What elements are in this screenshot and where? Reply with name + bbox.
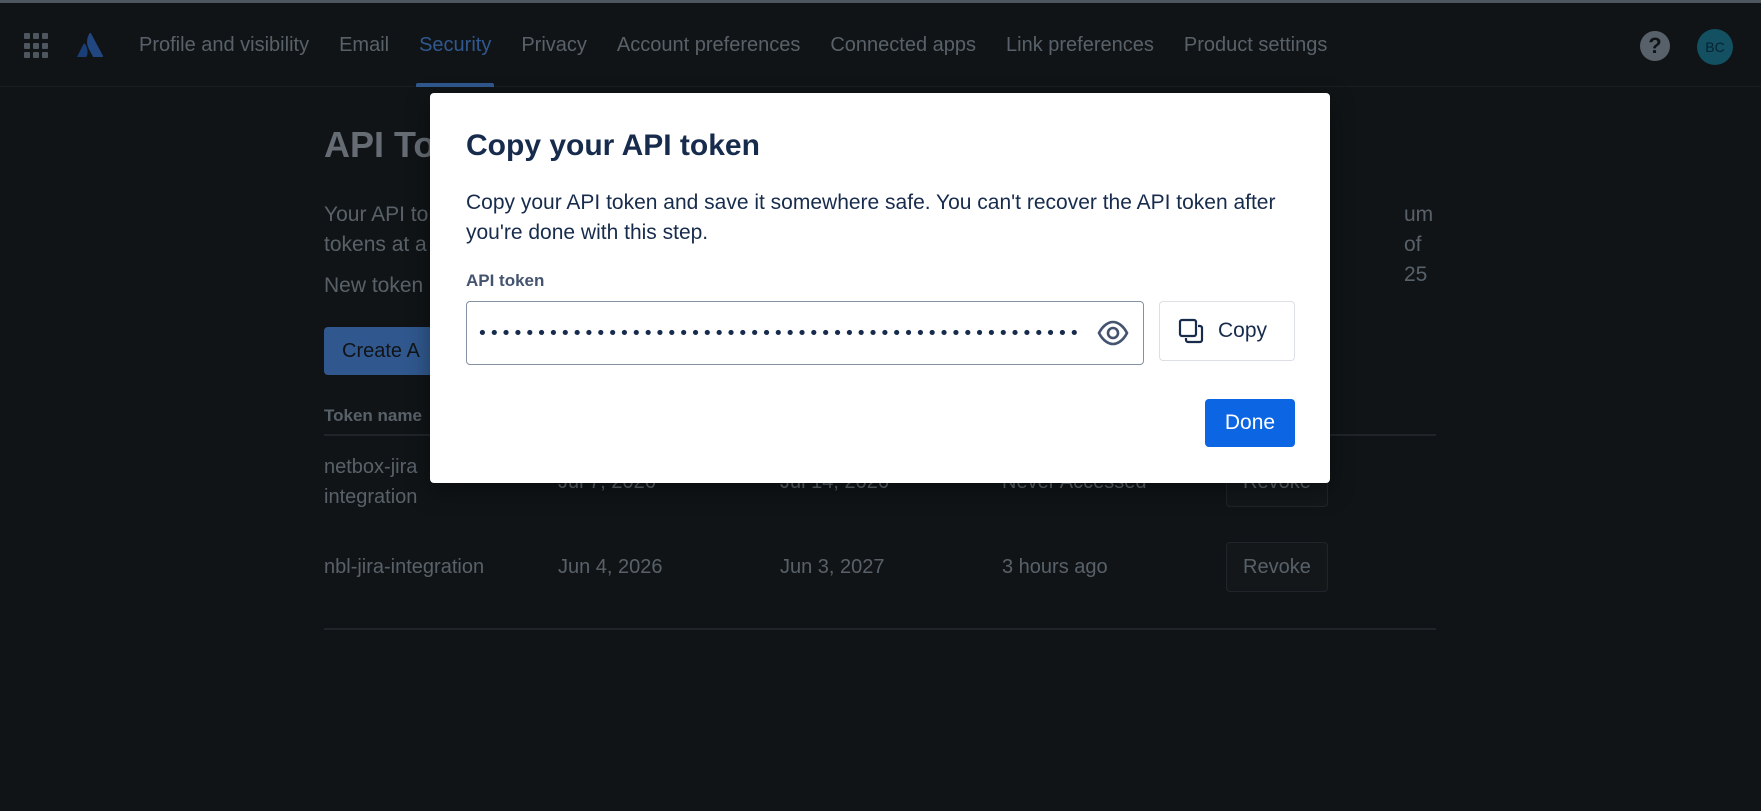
copy-button-label: Copy	[1218, 319, 1268, 342]
dialog-description: Copy your API token and save it somewher…	[466, 191, 1276, 244]
api-token-label: API token	[466, 271, 545, 290]
done-button[interactable]: Done	[1205, 399, 1295, 447]
copy-button[interactable]: Copy	[1159, 301, 1295, 361]
copy-api-token-dialog: Copy your API token Copy your API token …	[430, 93, 1330, 483]
eye-icon[interactable]	[1097, 319, 1129, 347]
api-token-input[interactable]	[477, 302, 1077, 364]
dialog-title: Copy your API token	[466, 129, 760, 162]
copy-icon	[1178, 318, 1204, 344]
api-token-field[interactable]	[466, 301, 1144, 365]
